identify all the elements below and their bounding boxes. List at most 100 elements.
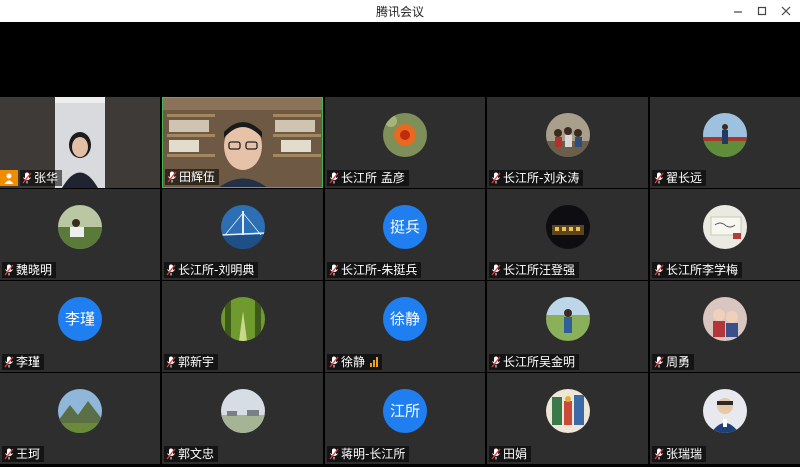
participant-name: 李瑾 — [16, 355, 41, 369]
participant-name: 长江所汪登强 — [503, 263, 576, 277]
mic-icon — [654, 264, 664, 276]
text-avatar: 挺兵 — [383, 204, 427, 249]
mic-icon — [167, 171, 177, 183]
participant-name-label: 长江所-刘永涛 — [489, 170, 584, 186]
participant-name: 田辉伍 — [179, 170, 216, 184]
participant-name: 翟长远 — [666, 171, 703, 185]
night-building-photo-icon — [545, 204, 590, 249]
participant-name-label: 郭新宇 — [164, 354, 219, 370]
participant-tile[interactable]: 田辉伍 — [162, 97, 323, 188]
participant-grid: 张华 田辉伍 长江所 孟彦 长江所-刘永涛 翟长远魏晓明 长江所-刘明典 挺兵长江所-朱挺兵… — [0, 97, 800, 467]
host-badge — [0, 170, 18, 186]
participant-name: 长江所-刘明典 — [178, 263, 255, 277]
participant-name-label: 长江所-朱挺兵 — [327, 262, 422, 278]
participant-name: 长江所 孟彦 — [341, 171, 405, 185]
mic-icon — [166, 448, 176, 460]
flower-photo-icon — [383, 112, 427, 157]
forest-path-photo-icon — [220, 296, 265, 341]
participant-tile[interactable]: 翟长远 — [650, 97, 800, 188]
participant-name: 田娟 — [503, 447, 528, 461]
participant-name: 长江所吴金明 — [503, 355, 576, 369]
mic-icon — [166, 264, 176, 276]
participant-tile[interactable]: 魏晓明 — [0, 189, 160, 280]
maximize-icon — [757, 6, 767, 16]
text-avatar: 徐静 — [383, 296, 427, 341]
participant-tile[interactable]: 长江所李学梅 — [650, 189, 800, 280]
participant-name-label: 徐静 — [327, 354, 383, 370]
close-button[interactable] — [772, 0, 800, 22]
mic-icon — [654, 172, 664, 184]
participant-name: 长江所-刘永涛 — [503, 171, 580, 185]
participant-name: 张华 — [34, 171, 59, 185]
person-outdoor-photo-icon — [703, 112, 747, 157]
mic-icon — [329, 356, 339, 368]
text-avatar: 李瑾 — [58, 296, 102, 341]
couple-photo-icon — [703, 296, 747, 341]
participant-name-label: 周勇 — [652, 354, 695, 370]
mic-icon — [329, 172, 339, 184]
participant-tile[interactable]: 田娟 — [487, 373, 648, 464]
mic-icon — [491, 356, 501, 368]
landscape-photo-icon — [220, 388, 265, 433]
participant-tile[interactable]: 挺兵长江所-朱挺兵 — [325, 189, 485, 280]
mic-icon — [4, 448, 14, 460]
participant-name: 魏晓明 — [16, 263, 53, 277]
participant-name: 长江所-朱挺兵 — [341, 263, 418, 277]
participant-name-label: 长江所 孟彦 — [327, 170, 409, 186]
participant-name: 蒋明-长江所 — [341, 447, 406, 461]
participant-name: 徐静 — [341, 355, 366, 369]
participant-tile[interactable]: 王珂 — [0, 373, 160, 464]
participant-name-label: 张华 — [20, 170, 63, 186]
title-bar: 腾讯会议 — [0, 0, 800, 23]
person-standing-photo-icon — [545, 296, 590, 341]
participant-name-label: 田娟 — [489, 446, 532, 462]
participant-name-label: 翟长远 — [652, 170, 707, 186]
host-user-icon — [4, 173, 14, 184]
participant-name-label: 长江所汪登强 — [489, 262, 580, 278]
participant-name-label: 长江所李学梅 — [652, 262, 743, 278]
mountain-photo-icon — [58, 388, 102, 433]
close-icon — [781, 6, 791, 16]
participant-tile[interactable]: 长江所-刘永涛 — [487, 97, 648, 188]
participant-name-label: 郭文忠 — [164, 446, 219, 462]
participant-tile[interactable]: 徐静 徐静 — [325, 281, 485, 372]
mic-icon — [491, 264, 501, 276]
minimize-icon — [734, 11, 742, 13]
painting-photo-icon — [545, 388, 590, 433]
participant-tile[interactable]: 长江所 孟彦 — [325, 97, 485, 188]
participant-tile[interactable]: 张华 — [0, 97, 160, 188]
participant-name-label: 田辉伍 — [165, 169, 220, 185]
mic-icon — [329, 448, 339, 460]
participant-tile[interactable]: 郭新宇 — [162, 281, 323, 372]
participant-tile[interactable]: 长江所汪登强 — [487, 189, 648, 280]
participant-tile[interactable]: 江所蒋明-长江所 — [325, 373, 485, 464]
participant-tile[interactable]: 长江所-刘明典 — [162, 189, 323, 280]
participant-tile[interactable]: 张瑞瑞 — [650, 373, 800, 464]
group-photo-icon — [545, 112, 590, 157]
mic-icon — [329, 264, 339, 276]
participant-name: 王珂 — [16, 447, 41, 461]
card-photo-icon — [703, 204, 747, 249]
mic-icon — [491, 172, 501, 184]
window-title: 腾讯会议 — [375, 5, 424, 19]
mic-icon — [22, 172, 32, 184]
mic-icon — [491, 448, 501, 460]
participant-name: 张瑞瑞 — [666, 447, 703, 461]
person-field-photo-icon — [58, 204, 102, 249]
participant-name: 长江所李学梅 — [666, 263, 739, 277]
participant-name-label: 李瑾 — [2, 354, 45, 370]
mic-icon — [654, 448, 664, 460]
text-avatar: 江所 — [383, 388, 427, 433]
participant-name: 周勇 — [666, 355, 691, 369]
participant-name: 郭文忠 — [178, 447, 215, 461]
person-portrait-photo-icon — [703, 388, 747, 433]
participant-tile[interactable]: 李瑾 李瑾 — [0, 281, 160, 372]
speaking-indicator-icon — [370, 357, 379, 367]
participant-name-label: 张瑞瑞 — [652, 446, 707, 462]
participant-tile[interactable]: 周勇 — [650, 281, 800, 372]
participant-name-label: 王珂 — [2, 446, 45, 462]
participant-tile[interactable]: 郭文忠 — [162, 373, 323, 464]
participant-tile[interactable]: 长江所吴金明 — [487, 281, 648, 372]
mic-icon — [4, 264, 14, 276]
top-black-band — [0, 22, 800, 97]
